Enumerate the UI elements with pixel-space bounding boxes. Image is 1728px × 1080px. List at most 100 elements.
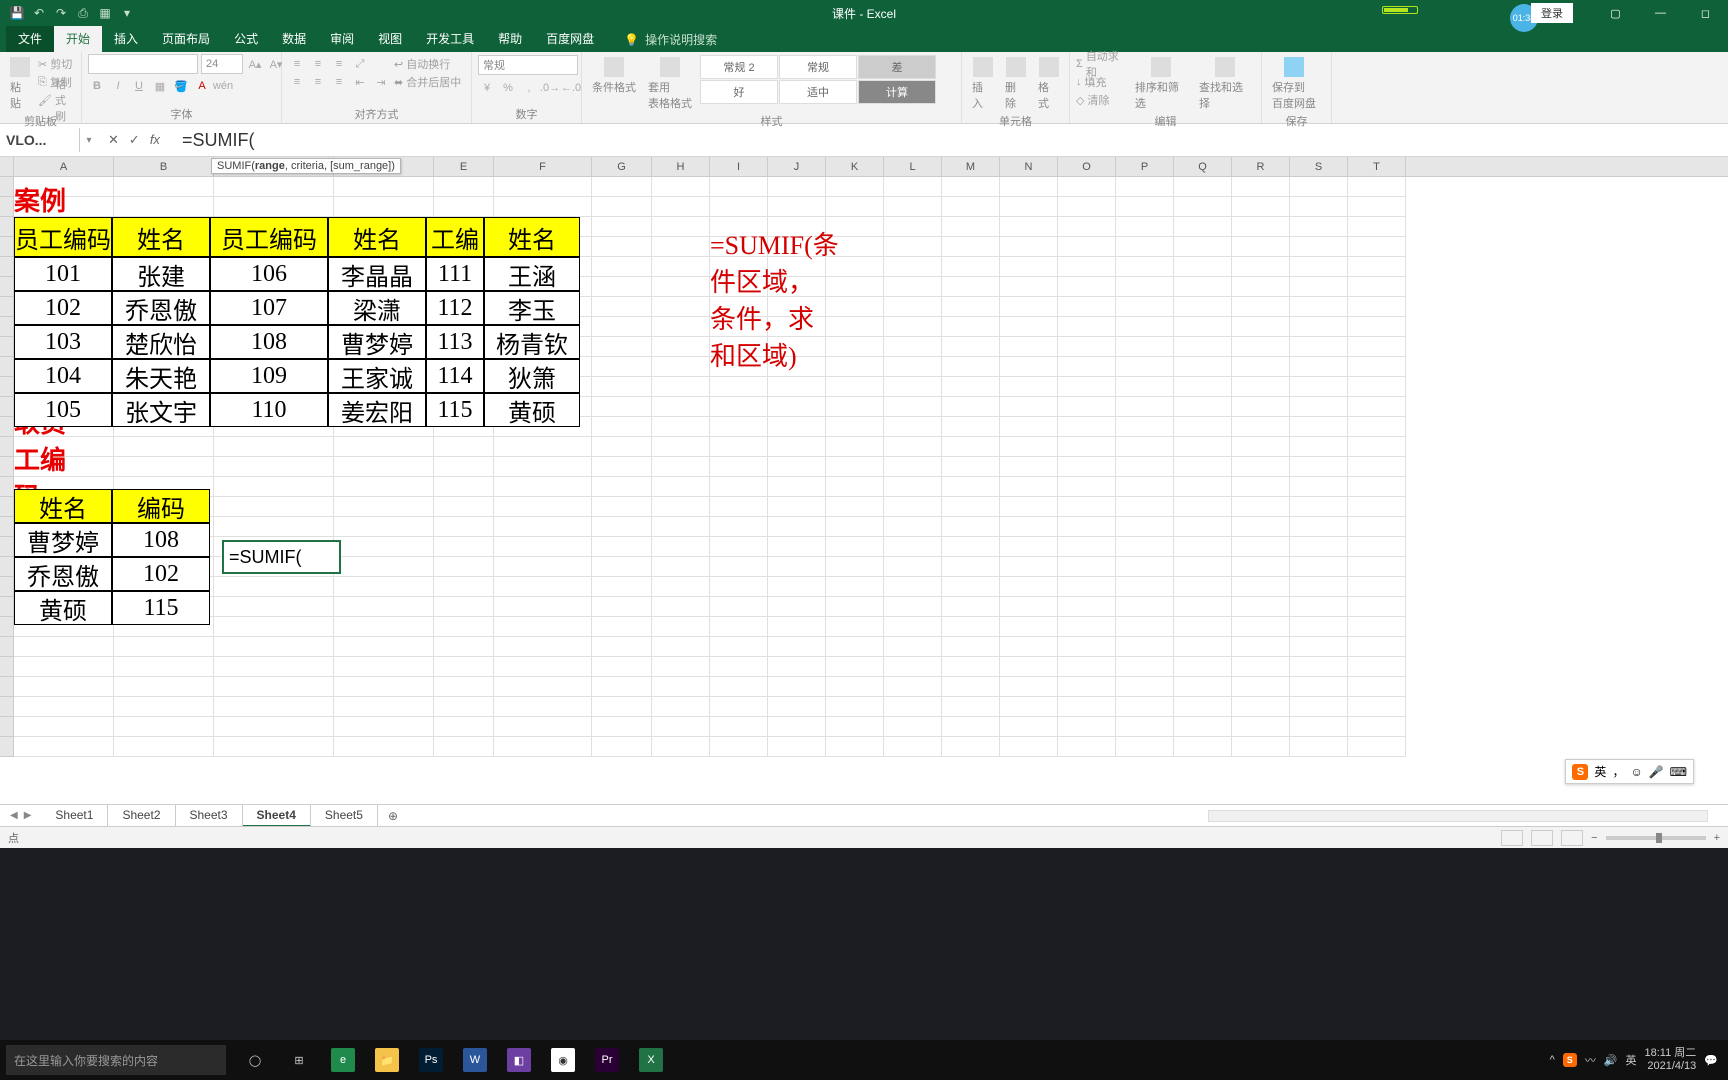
tab-insert[interactable]: 插入 <box>102 25 150 52</box>
zoom-in-icon[interactable]: + <box>1714 832 1720 844</box>
align-left-icon[interactable]: ≡ <box>288 73 306 91</box>
cell-styles-gallery[interactable]: 常规 2 常规 差 好 适中 计算 <box>700 55 936 104</box>
clear-button[interactable]: ◇ 清除 <box>1076 91 1127 109</box>
table1-cell[interactable]: 110 <box>210 393 328 427</box>
table1-cell[interactable]: 王家诚 <box>328 359 426 393</box>
worksheet-grid[interactable]: ABCDEFGHIJKLMNOPQRST SUMIF(range, criter… <box>0 157 1728 757</box>
ime-emoji-icon[interactable]: ☺ <box>1630 765 1642 779</box>
phonetic-button[interactable]: wén <box>214 77 232 95</box>
table1-cell[interactable]: 106 <box>210 257 328 291</box>
table1-cell[interactable]: 112 <box>426 291 484 325</box>
ribbon-options-icon[interactable]: ▢ <box>1593 0 1638 26</box>
ime-lang[interactable]: 英 <box>1594 763 1606 780</box>
tab-help[interactable]: 帮助 <box>486 25 534 52</box>
table1-cell[interactable]: 狄箫 <box>484 359 580 393</box>
style-good[interactable]: 好 <box>700 80 778 104</box>
col-header-O[interactable]: O <box>1058 157 1116 176</box>
col-header-R[interactable]: R <box>1232 157 1290 176</box>
name-box-dropdown-icon[interactable]: ▾ <box>80 135 98 146</box>
italic-button[interactable]: I <box>109 77 127 95</box>
table1-cell[interactable]: 梁潇 <box>328 291 426 325</box>
table1-cell[interactable]: 黄硕 <box>484 393 580 427</box>
ime-toolbar[interactable]: S 英 ， ☺ 🎤 ⌨ <box>1565 759 1694 784</box>
app-icon-1[interactable]: ◧ <box>498 1040 540 1080</box>
word-icon[interactable]: W <box>454 1040 496 1080</box>
tab-dev[interactable]: 开发工具 <box>414 25 486 52</box>
dec-decimal-icon[interactable]: ←.0 <box>562 79 580 97</box>
conditional-format-button[interactable]: 条件格式 <box>588 55 640 97</box>
col-header-M[interactable]: M <box>942 157 1000 176</box>
col-header-Q[interactable]: Q <box>1174 157 1232 176</box>
task-view-icon[interactable]: ◯ <box>234 1040 276 1080</box>
ime-mic-icon[interactable]: 🎤 <box>1649 765 1664 779</box>
style-normal[interactable]: 常规 <box>779 55 857 79</box>
active-edit-cell[interactable]: =SUMIF( <box>222 540 341 574</box>
page-break-view-icon[interactable] <box>1561 830 1583 846</box>
chrome-icon[interactable]: ◉ <box>542 1040 584 1080</box>
sort-filter-button[interactable]: 排序和筛选 <box>1131 55 1191 113</box>
table1-cell[interactable]: 102 <box>14 291 112 325</box>
qat-icon-1[interactable]: ⎙ <box>76 6 90 20</box>
table1-cell[interactable]: 姜宏阳 <box>328 393 426 427</box>
bold-button[interactable]: B <box>88 77 106 95</box>
table1-cell[interactable]: 楚欣怡 <box>112 325 210 359</box>
table1-cell[interactable]: 乔恩傲 <box>112 291 210 325</box>
col-header-F[interactable]: F <box>494 157 592 176</box>
table2-cell[interactable]: 曹梦婷 <box>14 523 112 557</box>
grow-font-icon[interactable]: A▴ <box>246 55 264 73</box>
border-button[interactable]: ▦ <box>151 77 169 95</box>
style-normal2[interactable]: 常规 2 <box>700 55 778 79</box>
explorer-icon[interactable]: 📁 <box>366 1040 408 1080</box>
table1-cell[interactable]: 张建 <box>112 257 210 291</box>
style-neutral[interactable]: 适中 <box>779 80 857 104</box>
table2-cell[interactable]: 黄硕 <box>14 591 112 625</box>
table2-cell[interactable]: 乔恩傲 <box>14 557 112 591</box>
zoom-slider[interactable] <box>1606 836 1706 840</box>
cortana-icon[interactable]: ⊞ <box>278 1040 320 1080</box>
fill-color-button[interactable]: 🪣 <box>172 77 190 95</box>
tray-network-icon[interactable]: 〰 <box>1585 1052 1596 1068</box>
number-format-select[interactable]: 常规 <box>478 55 578 75</box>
minimize-icon[interactable]: — <box>1638 0 1683 26</box>
table1-cell[interactable]: 105 <box>14 393 112 427</box>
sheet-tab-sheet5[interactable]: Sheet5 <box>311 805 378 827</box>
col-header-I[interactable]: I <box>710 157 768 176</box>
find-select-button[interactable]: 查找和选择 <box>1195 55 1255 113</box>
sheet-tab-sheet3[interactable]: Sheet3 <box>176 805 243 827</box>
tray-ime-lang[interactable]: 英 <box>1626 1052 1637 1068</box>
format-painter-button[interactable]: 🖌 格式刷 <box>38 91 75 109</box>
font-color-button[interactable]: A <box>193 77 211 95</box>
tab-baidu[interactable]: 百度网盘 <box>534 25 606 52</box>
qat-more-icon[interactable]: ▾ <box>120 6 134 20</box>
table1-cell[interactable]: 杨青钦 <box>484 325 580 359</box>
table1-cell[interactable]: 109 <box>210 359 328 393</box>
table1-cell[interactable]: 张文宇 <box>112 393 210 427</box>
style-bad[interactable]: 差 <box>858 55 936 79</box>
col-header-N[interactable]: N <box>1000 157 1058 176</box>
comma-icon[interactable]: , <box>520 79 538 97</box>
notifications-icon[interactable]: 💬 <box>1704 1054 1718 1067</box>
col-header-P[interactable]: P <box>1116 157 1174 176</box>
select-all-corner[interactable] <box>0 157 14 176</box>
taskbar-search[interactable]: 在这里输入你要搜索的内容 <box>6 1045 226 1075</box>
horizontal-scrollbar[interactable] <box>408 810 1728 822</box>
save-baidu-button[interactable]: 保存到 百度网盘 <box>1268 55 1320 113</box>
table1-cell[interactable]: 103 <box>14 325 112 359</box>
fill-button[interactable]: ↓ 填充 <box>1076 73 1127 91</box>
redo-icon[interactable]: ↷ <box>54 6 68 20</box>
autosum-button[interactable]: Σ 自动求和 <box>1076 55 1127 73</box>
maximize-icon[interactable]: ◻ <box>1683 0 1728 26</box>
accept-formula-icon[interactable]: ✓ <box>129 132 140 148</box>
sheet-tab-sheet4[interactable]: Sheet4 <box>243 805 311 827</box>
table1-cell[interactable]: 115 <box>426 393 484 427</box>
zoom-out-icon[interactable]: − <box>1591 832 1597 844</box>
table1-cell[interactable]: 王涵 <box>484 257 580 291</box>
table1-cell[interactable]: 114 <box>426 359 484 393</box>
edge-icon[interactable]: e <box>322 1040 364 1080</box>
page-layout-view-icon[interactable] <box>1531 830 1553 846</box>
col-header-E[interactable]: E <box>434 157 494 176</box>
save-icon[interactable]: 💾 <box>10 6 24 20</box>
table1-cell[interactable]: 李玉 <box>484 291 580 325</box>
cancel-formula-icon[interactable]: ✕ <box>108 132 119 148</box>
tray-up-icon[interactable]: ^ <box>1550 1054 1555 1066</box>
